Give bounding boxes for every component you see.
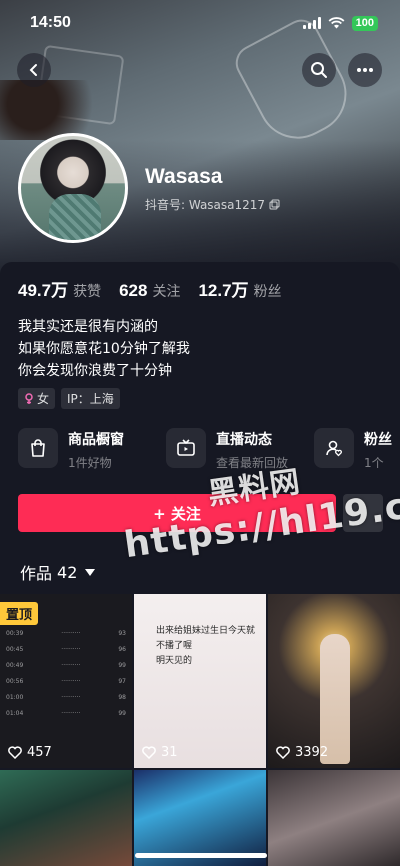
works-grid: 置顶 00:39 ·········· 93 00:45 ·········· 96 0… [0, 594, 400, 866]
feature-shortcuts: 商品橱窗 1件好物 直播动态 查看最新回放 粉丝 1个 [18, 428, 400, 471]
post-likes: 3392 [276, 745, 328, 760]
live-replay-entry[interactable]: 直播动态 查看最新回放 [166, 428, 314, 471]
post-thumbnail[interactable]: 置顶 00:39 ·········· 93 00:45 ·········· 96 0… [0, 594, 132, 768]
copy-icon[interactable] [269, 199, 280, 210]
search-icon [311, 62, 327, 78]
post-thumbnail[interactable] [268, 770, 400, 866]
post-thumbnail[interactable] [134, 770, 266, 866]
tv-icon [177, 439, 195, 456]
stats-row: 49.7万 获赞 628 关注 12.7万 粉丝 [18, 276, 282, 301]
shopping-bag-icon [31, 439, 45, 457]
more-options-button[interactable] [348, 53, 382, 87]
profile-name: Wasasa [145, 165, 223, 188]
dropdown-caret-icon [85, 568, 96, 576]
post-thumbnail[interactable] [0, 770, 132, 866]
cellular-signal-icon [302, 17, 321, 29]
recommend-toggle-button[interactable] [343, 494, 383, 532]
more-dots-icon [357, 68, 373, 72]
fans-group-icon [326, 440, 342, 457]
stat-likes[interactable]: 49.7万 获赞 [18, 276, 101, 301]
heart-icon [276, 746, 290, 759]
post-thumbnail[interactable]: 出来给姐妹过生日今天就 不播了喔 明天见的 31 [134, 594, 266, 768]
post-likes: 457 [8, 745, 52, 760]
pinned-badge: 置顶 [0, 602, 39, 625]
douyin-id[interactable]: 抖音号: Wasasa1217 [145, 196, 280, 213]
wifi-icon [328, 17, 345, 29]
search-button[interactable] [302, 53, 336, 87]
ip-tag: IP：上海 [61, 388, 120, 409]
profile-card: 49.7万 获赞 628 关注 12.7万 粉丝 我其实还是很有内涵的 如果你愿… [0, 262, 400, 866]
chevron-left-icon [29, 64, 37, 76]
profile-tags: 女 IP：上海 [18, 388, 120, 409]
post-likes: 31 [142, 745, 178, 760]
avatar[interactable] [18, 133, 128, 243]
stat-followers[interactable]: 12.7万 粉丝 [198, 276, 281, 301]
fans-group-entry[interactable]: 粉丝 1个 [314, 428, 400, 471]
home-indicator[interactable] [135, 853, 267, 858]
cover-decoration [0, 80, 110, 140]
gender-tag: 女 [18, 388, 56, 409]
shop-window-entry[interactable]: 商品橱窗 1件好物 [18, 428, 166, 471]
bio: 我其实还是很有内涵的 如果你愿意花10分钟了解我 你会发现你浪费了十分钟 [18, 319, 190, 379]
back-button[interactable] [17, 53, 51, 87]
stat-following[interactable]: 628 关注 [119, 281, 180, 301]
works-tab[interactable]: 作品 42 [20, 560, 96, 584]
heart-icon [142, 746, 156, 759]
post-caption-text: 出来给姐妹过生日今天就 不播了喔 明天见的 [156, 626, 256, 666]
battery-indicator: 100 [351, 15, 378, 31]
status-time: 14:50 [30, 14, 71, 31]
post-thumbnail[interactable]: 3392 [268, 594, 400, 768]
status-bar: 14:50 100 [0, 0, 400, 46]
heart-icon [8, 746, 22, 759]
follow-button[interactable]: + 关注 [18, 494, 336, 532]
female-icon [25, 392, 33, 404]
